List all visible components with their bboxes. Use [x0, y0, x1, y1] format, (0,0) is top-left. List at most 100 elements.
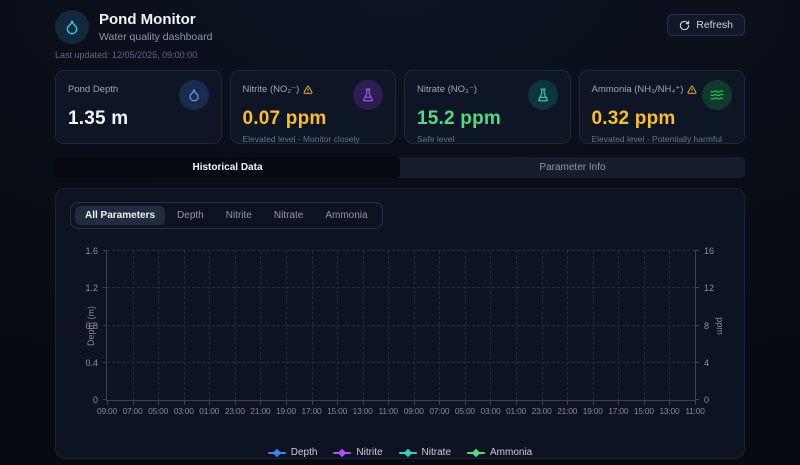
x-axis-tick: [695, 400, 696, 405]
y-axis-left-tick-label: 0.4: [85, 357, 98, 368]
x-axis-tick: [643, 400, 645, 405]
x-axis-tick: [337, 400, 339, 405]
gridline-horizontal: [107, 250, 695, 251]
legend-item-nitrite[interactable]: Nitrite: [333, 447, 383, 458]
gridline-horizontal: [107, 361, 695, 363]
legend-marker: [267, 448, 286, 457]
tab-parameter-info[interactable]: Parameter Info: [400, 157, 745, 178]
legend-item-depth[interactable]: Depth: [267, 447, 317, 458]
card-label: Pond Depth: [68, 84, 119, 95]
y-axis-right-label: ppm: [715, 316, 726, 335]
gridline-vertical: [618, 251, 620, 400]
x-axis-tick: [669, 400, 671, 405]
x-axis-tick-label: 03:00: [173, 406, 194, 416]
gridline-vertical: [439, 251, 441, 400]
dashboard: Pond Monitor Water quality dashboard Las…: [55, 0, 745, 459]
card-label: Nitrate (NO₃⁻): [417, 84, 478, 95]
y-axis-right-tick-label: 4: [704, 357, 710, 368]
x-axis-tick-label: 23:00: [531, 406, 552, 416]
card-status: Elevated level - Potentially harmful: [591, 134, 722, 144]
x-axis-tick: [413, 400, 415, 405]
y-axis-left-tick-label: 1.2: [85, 283, 98, 294]
y-axis-right-tick-label: 8: [704, 320, 710, 331]
gridline-vertical: [260, 251, 262, 400]
x-axis-tick: [541, 400, 543, 405]
y-axis-tick: [695, 250, 699, 251]
refresh-button[interactable]: Refresh: [667, 14, 745, 36]
x-axis-tick-label: 23:00: [224, 406, 245, 416]
gridline-vertical: [413, 251, 415, 400]
x-axis-tick: [464, 400, 466, 405]
last-updated-text: Last updated: 12/05/2025, 09:00:00: [55, 50, 198, 60]
x-axis-tick-label: 17:00: [301, 406, 322, 416]
card-status: Elevated level - Monitor closely: [242, 134, 360, 144]
x-axis-tick: [234, 400, 236, 405]
x-axis-tick-label: 01:00: [199, 406, 220, 416]
y-axis-tick: [695, 324, 699, 326]
gridline-vertical: [592, 251, 594, 400]
gridline-vertical: [541, 251, 543, 400]
x-axis-tick: [567, 400, 569, 405]
plot-area: Depth (m) ppm 0 0.4 0.8 1.2 1.6 0 4 8 12 16 09:00 0…: [85, 246, 725, 416]
y-axis-left-tick-label: 1.6: [85, 246, 98, 256]
x-axis-tick: [311, 400, 313, 405]
x-axis-tick: [516, 400, 518, 405]
gridline-vertical: [158, 251, 160, 400]
y-axis-right-tick-label: 16: [704, 246, 715, 256]
x-axis-tick-label: 19:00: [582, 406, 603, 416]
x-axis-tick-label: 07:00: [429, 406, 450, 416]
x-axis-tick-label: 11:00: [378, 406, 399, 416]
filter-all-parameters[interactable]: All Parameters: [75, 206, 166, 225]
warning-triangle-icon: [687, 85, 697, 95]
x-axis-tick: [439, 400, 441, 405]
x-axis-tick: [260, 400, 262, 405]
parameter-filter-group: All Parameters Depth Nitrite Nitrate Amm…: [70, 202, 383, 229]
x-axis-tick: [285, 400, 287, 405]
legend-marker: [333, 448, 352, 457]
gridline-vertical: [643, 251, 645, 400]
gridline-vertical: [285, 251, 287, 400]
x-axis-tick-label: 05:00: [454, 406, 475, 416]
legend-item-nitrate[interactable]: Nitrate: [398, 447, 451, 458]
x-axis-tick-label: 09:00: [403, 406, 424, 416]
gridline-vertical: [567, 251, 569, 400]
card-label: Nitrite (NO₂⁻): [243, 80, 314, 95]
card-value: 0.32 ppm: [591, 108, 676, 129]
y-axis-tick: [103, 287, 107, 289]
warning-triangle-icon: [303, 85, 313, 95]
x-axis-tick: [107, 400, 108, 405]
stat-cards: Pond Depth 1.35 m Nitrite (NO₂⁻) 0.07 pp…: [55, 70, 745, 144]
filter-nitrate[interactable]: Nitrate: [264, 206, 313, 225]
x-axis-tick: [183, 400, 185, 405]
legend-marker: [467, 448, 485, 457]
tab-historical-data[interactable]: Historical Data: [55, 157, 400, 178]
x-axis-tick-label: 11:00: [685, 406, 705, 416]
refresh-icon: [679, 20, 690, 31]
card-label: Ammonia (NH₃/NH₄⁺): [592, 80, 698, 95]
filter-depth[interactable]: Depth: [167, 206, 214, 225]
gridline-vertical: [490, 251, 492, 400]
gridline-vertical: [516, 251, 518, 400]
header: Pond Monitor Water quality dashboard Las…: [55, 10, 745, 60]
legend-item-ammonia[interactable]: Ammonia: [467, 447, 532, 458]
x-axis-tick: [362, 400, 364, 405]
x-axis-tick-label: 13:00: [659, 406, 680, 416]
gridline-vertical: [183, 251, 185, 400]
x-axis-tick-label: 01:00: [506, 406, 527, 416]
flask-icon: [527, 80, 558, 110]
filter-nitrite[interactable]: Nitrite: [216, 206, 262, 225]
card-status: Safe level: [417, 134, 455, 144]
y-axis-right-tick-label: 0: [704, 395, 710, 405]
x-axis-tick-label: 21:00: [557, 406, 578, 416]
x-axis-tick-label: 15:00: [633, 406, 654, 416]
gridline-vertical: [464, 251, 466, 400]
card-pond-depth: Pond Depth 1.35 m: [55, 70, 222, 144]
flask-icon: [353, 80, 383, 110]
gridline-vertical: [669, 251, 671, 400]
x-axis-tick-label: 21:00: [250, 406, 271, 416]
view-tabs: Historical Data Parameter Info: [55, 157, 745, 178]
gridline-vertical: [311, 251, 313, 400]
filter-ammonia[interactable]: Ammonia: [315, 206, 377, 225]
y-axis-right-tick-label: 12: [704, 283, 715, 294]
x-axis-tick: [209, 400, 211, 405]
